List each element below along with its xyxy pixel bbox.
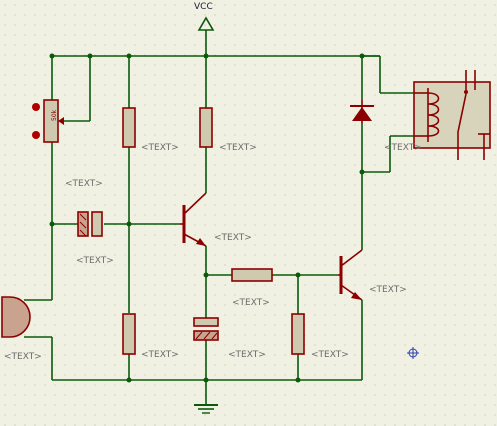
resistor-r5[interactable] bbox=[231, 268, 273, 282]
r3-label: <TEXT> bbox=[219, 143, 257, 153]
resistor-r3[interactable] bbox=[199, 107, 213, 148]
resistor-r1[interactable] bbox=[122, 107, 136, 148]
mic-label: <TEXT> bbox=[4, 352, 42, 362]
r1-label: <TEXT> bbox=[141, 143, 179, 153]
c2-label: <TEXT> bbox=[228, 350, 266, 360]
q1-label: <TEXT> bbox=[214, 233, 252, 243]
relay[interactable] bbox=[413, 70, 491, 160]
resistor-r6[interactable] bbox=[291, 313, 305, 355]
vcc-label: VCC bbox=[194, 2, 213, 12]
q2-label: <TEXT> bbox=[369, 285, 407, 295]
relay-label: <TEXT> bbox=[384, 143, 422, 153]
resistor-r2[interactable] bbox=[122, 313, 136, 355]
grid-background bbox=[0, 0, 497, 426]
schematic-canvas: VCC 50k <TEXT> <TEXT> <TEXT> <TEXT> <TEX… bbox=[0, 0, 497, 426]
r2-label: <TEXT> bbox=[141, 350, 179, 360]
r5-label: <TEXT> bbox=[232, 298, 270, 308]
r6-label: <TEXT> bbox=[311, 350, 349, 360]
pot-label: <TEXT> bbox=[65, 179, 103, 189]
c1-label: <TEXT> bbox=[76, 256, 114, 266]
pot-value: 50k bbox=[51, 109, 58, 121]
